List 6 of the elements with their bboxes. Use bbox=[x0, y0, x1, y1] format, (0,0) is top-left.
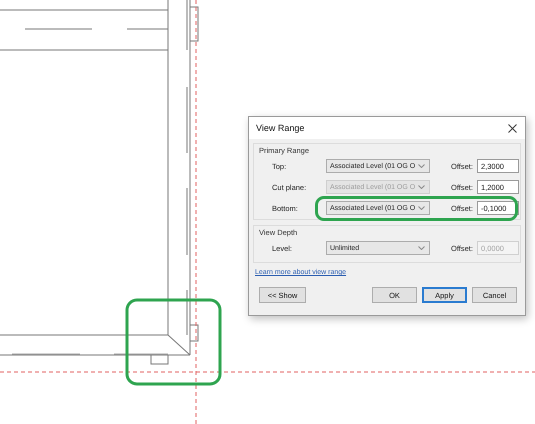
close-icon[interactable] bbox=[508, 124, 517, 132]
caret-icon bbox=[418, 164, 425, 168]
caret-icon bbox=[418, 246, 425, 250]
caret-icon bbox=[418, 206, 425, 210]
caret-icon bbox=[418, 185, 425, 189]
window-title: View Range bbox=[256, 123, 304, 133]
